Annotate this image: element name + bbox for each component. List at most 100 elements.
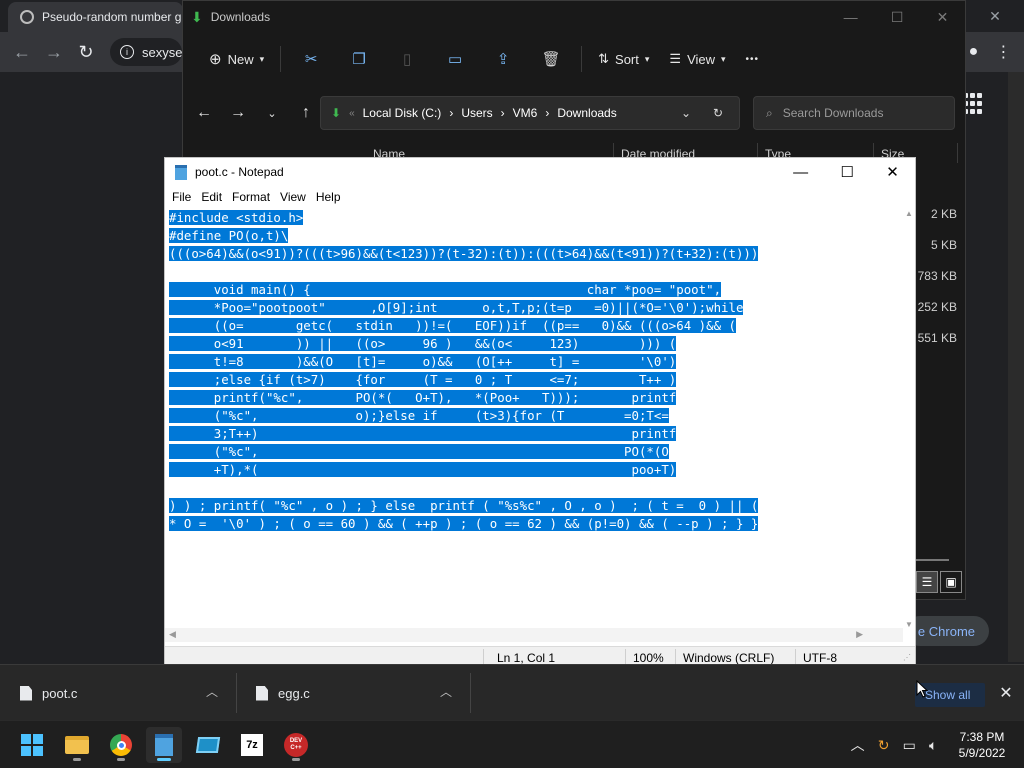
file-icon: [20, 685, 32, 701]
maximize-icon[interactable]: ☐: [891, 9, 904, 26]
text-line: t!=8 )&&(O [t]= o)&& (O[++ t] = '\0'): [169, 353, 903, 371]
apps-grid-icon[interactable]: [963, 93, 985, 115]
up-arrow-icon[interactable]: ↑: [289, 97, 323, 129]
site-info-icon[interactable]: i: [120, 45, 134, 59]
kebab-menu-icon[interactable]: ⋮: [995, 42, 1011, 62]
menu-format[interactable]: Format: [227, 190, 275, 204]
copy-icon[interactable]: ❐: [345, 43, 373, 75]
back-arrow-icon[interactable]: ←: [187, 97, 221, 129]
delete-icon[interactable]: 🗑: [537, 43, 565, 75]
minimize-icon[interactable]: —: [844, 9, 858, 25]
clock[interactable]: 7:38 PM 5/9/2022: [950, 729, 1014, 763]
chrome-cta-button[interactable]: e Chrome: [905, 616, 989, 646]
vertical-scrollbar[interactable]: ▲ ▼: [903, 209, 915, 629]
search-placeholder: Search Downloads: [782, 106, 884, 120]
taskbar-devcpp[interactable]: DEV C++: [278, 727, 314, 763]
tiles-view-icon[interactable]: ▣: [940, 571, 962, 593]
details-view-icon[interactable]: ☰: [916, 571, 938, 593]
download-item[interactable]: egg.c: [256, 677, 310, 709]
scroll-up-icon[interactable]: ▲: [905, 209, 913, 218]
running-indicator: [73, 758, 81, 761]
address-dropdown-icon[interactable]: ⌄: [681, 106, 691, 120]
taskbar-chrome[interactable]: [103, 727, 139, 763]
taskbar-notepad[interactable]: [146, 727, 182, 763]
selected-text: o<91 )) || ((o> 96 ) &&(o< 123) ))) (: [169, 336, 677, 351]
mouse-cursor-icon: [916, 680, 928, 698]
reload-icon[interactable]: ↻: [74, 40, 98, 64]
menu-file[interactable]: File: [167, 190, 196, 204]
address-bar[interactable]: ⬇ « Local Disk (C:) › Users › VM6 › Down…: [320, 96, 740, 130]
taskbar-app[interactable]: [190, 727, 226, 763]
download-item[interactable]: poot.c: [20, 677, 77, 709]
download-shelf: poot.c ︿ egg.c ︿ Show all ✕: [0, 664, 1024, 720]
scroll-down-icon[interactable]: ▼: [905, 620, 913, 629]
more-button[interactable]: •••: [736, 43, 770, 75]
refresh-icon[interactable]: ↻: [713, 106, 723, 120]
horizontal-scrollbar[interactable]: [911, 559, 949, 561]
view-button[interactable]: ☰ View ▾: [659, 43, 735, 75]
breadcrumb-item[interactable]: Users: [461, 106, 492, 120]
text-editor[interactable]: #include <stdio.h> #define PO(o,t)\ (((o>6…: [169, 209, 903, 629]
text-line: ) ) ; printf( "%c" , o ) ; } else printf…: [169, 497, 903, 515]
profile-icon[interactable]: ●: [969, 43, 979, 61]
explorer-title: Downloads: [210, 10, 271, 24]
selected-text: ("%c", o);}else if (t>3){for (T =0;T<=: [169, 408, 669, 423]
menu-edit[interactable]: Edit: [196, 190, 227, 204]
breadcrumb-item[interactable]: Local Disk (C:): [363, 106, 442, 120]
forward-arrow-icon[interactable]: →: [42, 40, 66, 64]
chrome-right-buttons: ● ⋮: [960, 38, 1020, 66]
breadcrumb-separator-icon: ›: [449, 106, 454, 120]
start-button[interactable]: [14, 727, 50, 763]
update-icon[interactable]: ↻: [878, 737, 890, 754]
selected-text: 3;T++) printf: [169, 426, 677, 441]
taskbar-file-explorer[interactable]: [59, 727, 95, 763]
search-box[interactable]: ⌕ Search Downloads: [753, 96, 955, 130]
volume-icon[interactable]: 🔈︎: [929, 737, 937, 754]
horizontal-scrollbar[interactable]: ◀ ▶: [165, 628, 903, 642]
close-icon[interactable]: ✕: [996, 683, 1016, 703]
chrome-close-icon[interactable]: ✕: [989, 8, 1001, 25]
chevron-up-icon[interactable]: ︿: [206, 683, 218, 700]
paste-icon[interactable]: ▯: [393, 43, 421, 75]
chrome-scrollbar[interactable]: [1008, 72, 1024, 662]
resize-grip-icon[interactable]: ⋰: [903, 653, 911, 662]
selected-text: ((o= getc( stdin ))!=( EOF))if ((p== 0)&…: [169, 318, 736, 333]
tab-title: Pseudo-random number g: [42, 10, 182, 24]
text-line: ("%c", o);}else if (t>3){for (T =0;T<=: [169, 407, 903, 425]
chevron-up-icon[interactable]: ︿: [851, 735, 865, 755]
text-line: +T),*( poo+T): [169, 461, 903, 479]
maximize-icon[interactable]: ☐: [840, 163, 853, 181]
scroll-left-icon[interactable]: ◀: [169, 629, 176, 640]
close-icon[interactable]: ✕: [937, 9, 949, 26]
chrome-tab[interactable]: Pseudo-random number g: [8, 2, 183, 32]
breadcrumb-item[interactable]: VM6: [513, 106, 538, 120]
cut-icon[interactable]: ✂: [297, 43, 325, 75]
close-icon[interactable]: ✕: [886, 163, 899, 181]
text-line: * O = '\0' ) ; ( o == 60 ) && ( ++p ) ; …: [169, 515, 903, 533]
zoom-level: 100%: [633, 651, 664, 665]
taskbar-7zip[interactable]: 7z: [234, 727, 270, 763]
network-icon[interactable]: ▭: [903, 737, 916, 754]
new-button[interactable]: ⊕ New ▾: [199, 43, 274, 75]
file-size: 2 KB: [930, 207, 957, 221]
view-list-icon: ☰: [669, 51, 682, 66]
sort-button[interactable]: ⇅ Sort ▾: [588, 43, 659, 75]
text-line: [169, 479, 903, 497]
running-indicator: [117, 758, 125, 761]
scroll-right-icon[interactable]: ▶: [856, 629, 863, 640]
share-icon[interactable]: ⇪: [489, 43, 517, 75]
minimize-icon[interactable]: —: [793, 164, 808, 181]
chevron-up-icon[interactable]: ︿: [440, 683, 452, 700]
divider: [470, 673, 471, 713]
omnibox[interactable]: i sexyse: [110, 38, 182, 66]
back-arrow-icon[interactable]: ←: [10, 40, 34, 64]
rename-icon[interactable]: ▭: [441, 43, 469, 75]
menu-view[interactable]: View: [275, 190, 311, 204]
menu-help[interactable]: Help: [311, 190, 346, 204]
clock-date: 5/9/2022: [958, 746, 1006, 760]
recent-chevron-icon[interactable]: ⌄: [255, 97, 289, 129]
text-line: #include <stdio.h>: [169, 209, 903, 227]
selected-text: ("%c", PO(*(O: [169, 444, 669, 459]
breadcrumb-item[interactable]: Downloads: [557, 106, 616, 120]
forward-arrow-icon[interactable]: →: [221, 97, 255, 129]
